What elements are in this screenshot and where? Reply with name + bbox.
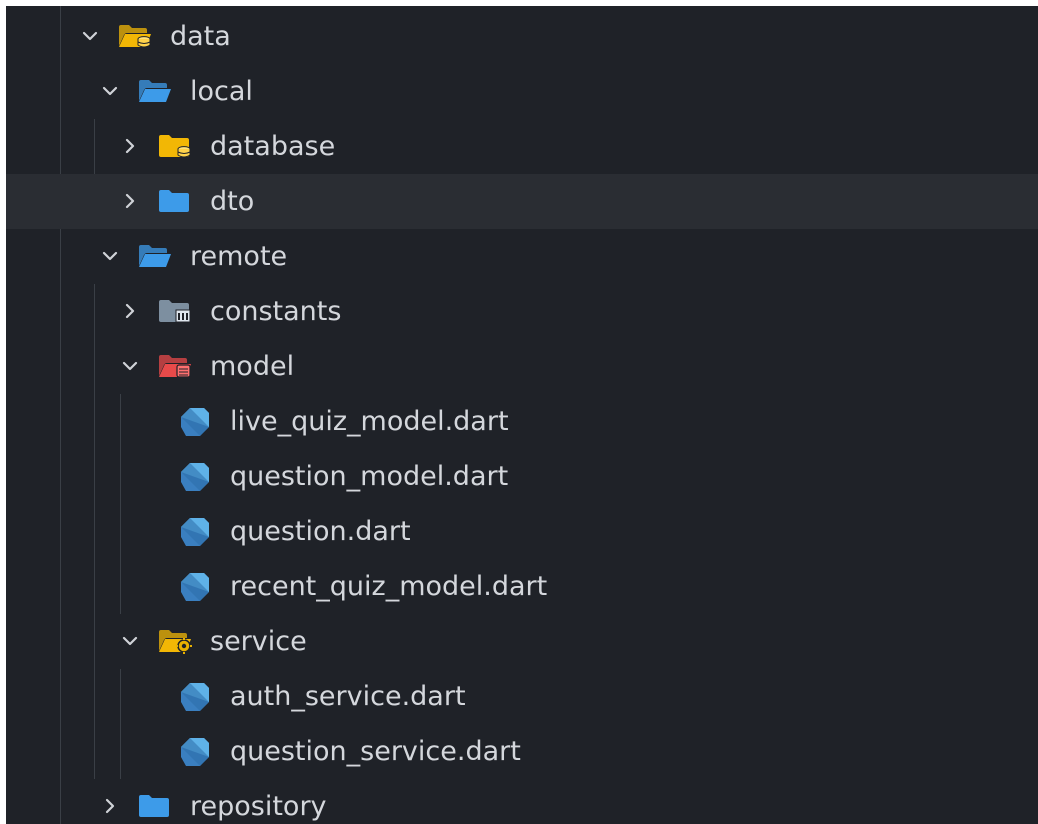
chevron-down-icon[interactable] — [100, 81, 120, 101]
tree-folder-service[interactable]: service — [6, 614, 1038, 669]
folder-constants-icon — [158, 298, 192, 324]
tree-folder-local[interactable]: local — [6, 64, 1038, 119]
folder-open-icon — [138, 78, 172, 104]
folder-icon — [138, 793, 172, 819]
folder-open-icon — [138, 243, 172, 269]
tree-item-label: auth_service.dart — [230, 681, 466, 712]
tree-file-question_model-dart[interactable]: question_model.dart — [6, 449, 1038, 504]
tree-folder-remote[interactable]: remote — [6, 229, 1038, 284]
dart-file-icon — [178, 680, 212, 714]
dart-file-icon — [178, 735, 212, 769]
tree-item-label: local — [190, 76, 253, 107]
chevron-right-icon[interactable] — [120, 136, 140, 156]
chevron-down-icon[interactable] — [120, 356, 140, 376]
folder-database-open-icon — [118, 23, 152, 49]
tree-item-label: question_service.dart — [230, 736, 521, 767]
tree-file-recent_quiz_model-dart[interactable]: recent_quiz_model.dart — [6, 559, 1038, 614]
chevron-right-icon[interactable] — [120, 301, 140, 321]
tree-item-label: repository — [190, 791, 327, 822]
tree-folder-constants[interactable]: constants — [6, 284, 1038, 339]
tree-file-live_quiz_model-dart[interactable]: live_quiz_model.dart — [6, 394, 1038, 449]
folder-model-open-icon — [158, 353, 192, 379]
dart-file-icon — [178, 515, 212, 549]
tree-folder-database[interactable]: database — [6, 119, 1038, 174]
tree-item-label: constants — [210, 296, 342, 327]
folder-database-icon — [158, 133, 192, 159]
tree-folder-data[interactable]: data — [6, 9, 1038, 64]
explorer-tree: data local database dto remote constants … — [6, 6, 1038, 824]
chevron-right-icon[interactable] — [120, 191, 140, 211]
tree-item-label: data — [170, 21, 231, 52]
tree-folder-repository[interactable]: repository — [6, 779, 1038, 824]
chevron-right-icon[interactable] — [100, 796, 120, 816]
tree-item-label: remote — [190, 241, 288, 272]
folder-icon — [158, 188, 192, 214]
folder-service-open-icon — [158, 628, 192, 654]
chevron-down-icon[interactable] — [100, 246, 120, 266]
tree-item-label: question.dart — [230, 516, 411, 547]
tree-item-label: database — [210, 131, 336, 162]
chevron-down-icon[interactable] — [120, 631, 140, 651]
tree-item-label: model — [210, 351, 295, 382]
tree-folder-dto[interactable]: dto — [6, 174, 1038, 229]
tree-item-label: service — [210, 626, 307, 657]
tree-item-label: recent_quiz_model.dart — [230, 571, 548, 602]
tree-item-label: live_quiz_model.dart — [230, 406, 509, 437]
dart-file-icon — [178, 460, 212, 494]
tree-file-question-dart[interactable]: question.dart — [6, 504, 1038, 559]
dart-file-icon — [178, 570, 212, 604]
tree-file-auth_service-dart[interactable]: auth_service.dart — [6, 669, 1038, 724]
tree-item-label: question_model.dart — [230, 461, 509, 492]
tree-file-question_service-dart[interactable]: question_service.dart — [6, 724, 1038, 779]
chevron-down-icon[interactable] — [80, 26, 100, 46]
tree-item-label: dto — [210, 186, 255, 217]
dart-file-icon — [178, 405, 212, 439]
tree-folder-model[interactable]: model — [6, 339, 1038, 394]
